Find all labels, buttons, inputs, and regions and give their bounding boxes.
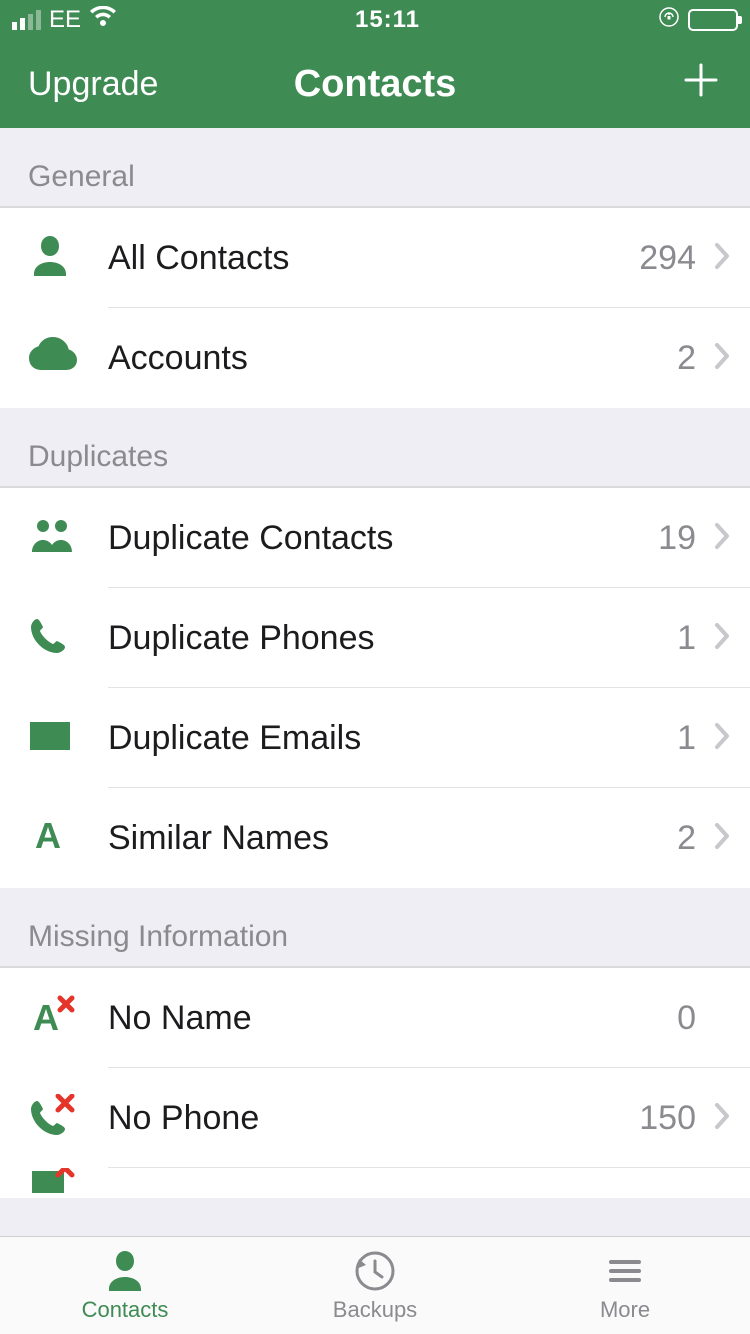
chevron-right-icon <box>714 342 730 375</box>
battery-icon <box>688 9 738 31</box>
row-count: 0 <box>677 999 696 1038</box>
tab-backups[interactable]: Backups <box>250 1237 500 1334</box>
row-count: 1 <box>677 719 696 758</box>
signal-icon <box>12 10 41 30</box>
row-no-phone[interactable]: No Phone 150 <box>0 1068 750 1168</box>
email-icon <box>28 720 72 757</box>
section-header-general: General <box>0 128 750 207</box>
page-title: Contacts <box>294 63 457 106</box>
contacts-tab-icon <box>103 1249 147 1293</box>
content-scroll[interactable]: General All Contacts 294 Accounts 2 <box>0 128 750 1236</box>
svg-text:A: A <box>35 816 61 856</box>
chevron-right-icon <box>714 522 730 555</box>
row-label: Accounts <box>108 339 677 378</box>
tab-label: Backups <box>333 1297 417 1323</box>
tab-label: More <box>600 1297 650 1323</box>
row-count: 1 <box>677 619 696 658</box>
row-duplicate-emails[interactable]: Duplicate Emails 1 <box>0 688 750 788</box>
backups-tab-icon <box>353 1249 397 1293</box>
person-icon <box>28 234 72 283</box>
phone-x-icon <box>28 1094 76 1143</box>
row-no-phone-email[interactable] <box>0 1168 750 1198</box>
row-accounts[interactable]: Accounts 2 <box>0 308 750 408</box>
clock: 15:11 <box>117 6 658 34</box>
wifi-icon <box>89 6 117 35</box>
upgrade-button[interactable]: Upgrade <box>28 65 158 104</box>
svg-text:A: A <box>33 997 59 1038</box>
phone-icon <box>28 616 68 661</box>
row-count: 2 <box>677 819 696 858</box>
row-label: Duplicate Emails <box>108 719 677 758</box>
row-count: 2 <box>677 339 696 378</box>
row-label: Duplicate Contacts <box>108 519 658 558</box>
people-icon <box>28 516 76 561</box>
row-similar-names[interactable]: A Similar Names 2 <box>0 788 750 888</box>
chevron-right-icon <box>714 622 730 655</box>
carrier-label: EE <box>49 6 81 34</box>
row-label: All Contacts <box>108 239 639 278</box>
row-count: 294 <box>639 239 696 278</box>
status-bar: EE 15:11 <box>0 0 750 40</box>
row-label: No Phone <box>108 1099 639 1138</box>
section-missing: A No Name 0 No Phone 150 <box>0 967 750 1198</box>
chevron-right-icon <box>714 822 730 855</box>
row-label: Duplicate Phones <box>108 619 677 658</box>
cloud-accounts-icon <box>28 336 78 381</box>
nav-bar: Upgrade Contacts <box>0 40 750 128</box>
section-header-missing: Missing Information <box>0 888 750 967</box>
row-all-contacts[interactable]: All Contacts 294 <box>0 208 750 308</box>
row-count: 19 <box>658 519 696 558</box>
add-contact-button[interactable] <box>680 58 722 110</box>
letter-a-x-icon: A <box>28 994 76 1043</box>
email-x-icon <box>28 1168 76 1198</box>
tab-label: Contacts <box>82 1297 169 1323</box>
tab-contacts[interactable]: Contacts <box>0 1237 250 1334</box>
section-general: All Contacts 294 Accounts 2 <box>0 207 750 408</box>
section-header-duplicates: Duplicates <box>0 408 750 487</box>
tab-more[interactable]: More <box>500 1237 750 1334</box>
row-duplicate-contacts[interactable]: Duplicate Contacts 19 <box>0 488 750 588</box>
row-label: Similar Names <box>108 819 677 858</box>
row-no-name[interactable]: A No Name 0 <box>0 968 750 1068</box>
row-count: 150 <box>639 1099 696 1138</box>
tab-bar: Contacts Backups More <box>0 1236 750 1334</box>
row-duplicate-phones[interactable]: Duplicate Phones 1 <box>0 588 750 688</box>
chevron-right-icon <box>714 242 730 275</box>
section-duplicates: Duplicate Contacts 19 Duplicate Phones 1… <box>0 487 750 888</box>
letter-a-icon: A <box>28 816 68 861</box>
row-label: No Name <box>108 999 677 1038</box>
more-tab-icon <box>603 1249 647 1293</box>
chevron-right-icon <box>714 722 730 755</box>
rotation-lock-icon <box>658 6 680 35</box>
chevron-right-icon <box>714 1102 730 1135</box>
